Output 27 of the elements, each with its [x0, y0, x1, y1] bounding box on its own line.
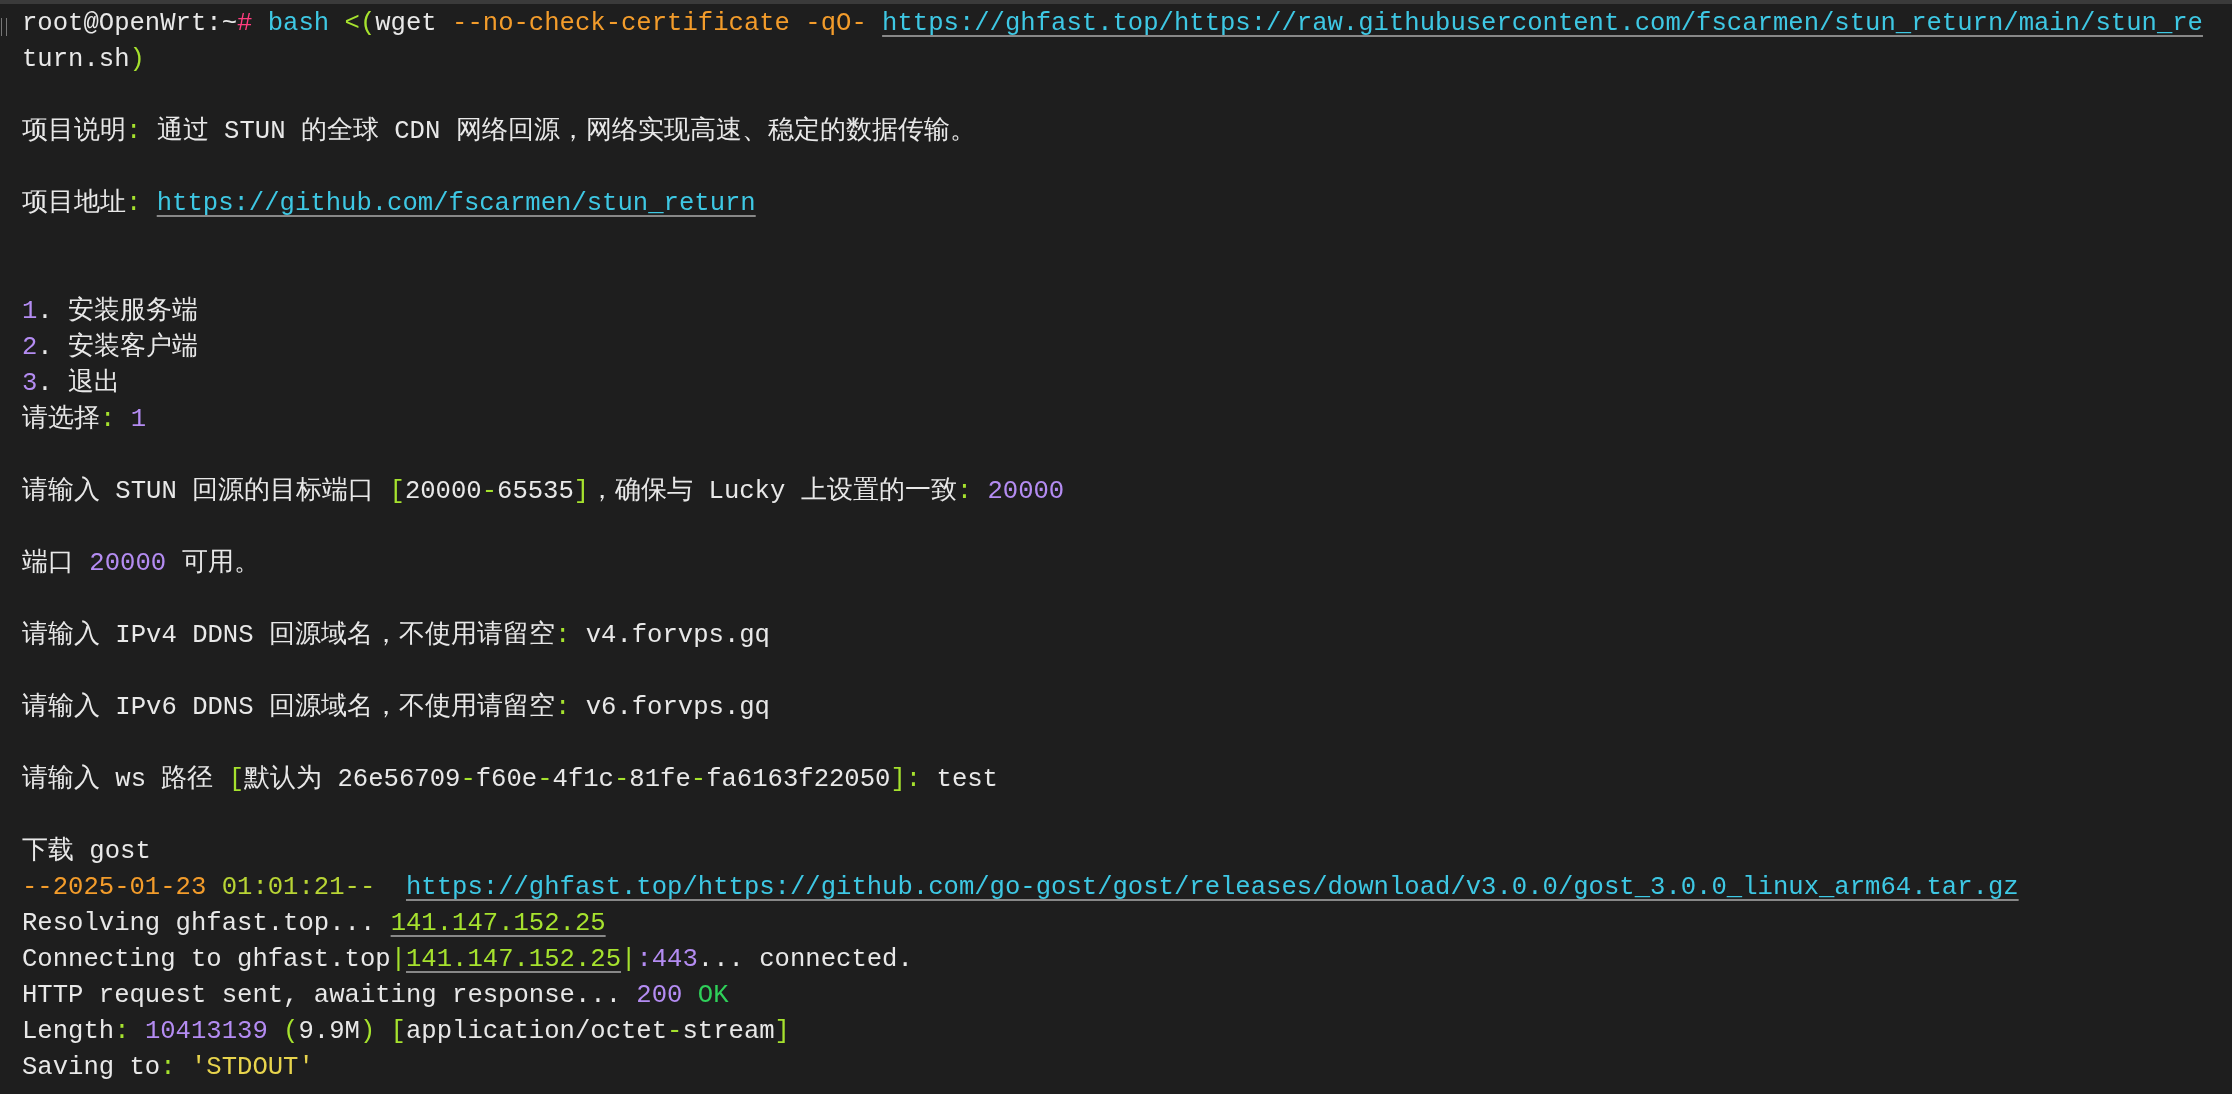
terminal-line: 3. 退出 [22, 369, 121, 399]
terminal-line: turn.sh) [22, 45, 145, 75]
terminal-link[interactable]: 141.147.152.25 [390, 909, 606, 939]
terminal-line: 请输入 IPv6 DDNS 回源域名，不使用请留空: v6.forvps.gq [22, 693, 770, 723]
terminal-line: 1. 安装服务端 [22, 297, 199, 327]
terminal-link[interactable]: https://github.com/fscarmen/stun_return [156, 189, 756, 219]
terminal-line: 项目说明: 通过 STUN 的全球 CDN 网络回源，网络实现高速、稳定的数据传输。 [22, 117, 976, 147]
terminal-line: 请输入 IPv4 DDNS 回源域名，不使用请留空: v4.forvps.gq [22, 621, 770, 651]
terminal-line: Length: 10413139 (9.9M) [application/octet-stream] [22, 1017, 790, 1047]
terminal-text: root@OpenWrt:~# bash <(wget --no-check-certificate -qO- [22, 9, 868, 39]
terminal-text: Connecting to ghfast.top| [22, 945, 406, 975]
terminal-line: HTTP request sent, awaiting response... 200 OK [22, 981, 729, 1011]
terminal-text: |:443... connected. [621, 945, 913, 975]
line-marker-icon [1, 18, 7, 36]
terminal-line: 请输入 ws 路径 [默认为 26e56709-f60e-4f1c-81fe-fa6163f22050]: test [22, 765, 998, 795]
terminal-line: 端口 20000 可用。 [22, 549, 260, 579]
terminal-text: Resolving ghfast.top... [22, 909, 377, 939]
terminal-line: 下载 gost [22, 837, 151, 867]
terminal-link[interactable]: https://ghfast.top/https://raw.githubusercontent.com/fscarmen/stun_return/main/stun_re [882, 9, 2203, 39]
terminal-line: 请选择: 1 [22, 405, 147, 435]
terminal-text: 项目地址: [22, 189, 143, 219]
terminal-line: 请输入 STUN 回源的目标端口 [20000-65535]，确保与 Lucky 上设置的一致: 20000 [22, 477, 1065, 507]
terminal-line: Saving to: 'STDOUT' [22, 1053, 314, 1083]
terminal-link[interactable]: 141.147.152.25 [406, 945, 621, 975]
terminal-line: 2. 安装客户端 [22, 333, 199, 363]
terminal-link[interactable]: https://ghfast.top/https://github.com/go-gost/gost/releases/download/v3.0.0/gost_3.0.0_linux_arm64.tar.gz [406, 873, 2019, 903]
terminal-text: --2025-01-23 01:01:21-- [22, 873, 377, 903]
